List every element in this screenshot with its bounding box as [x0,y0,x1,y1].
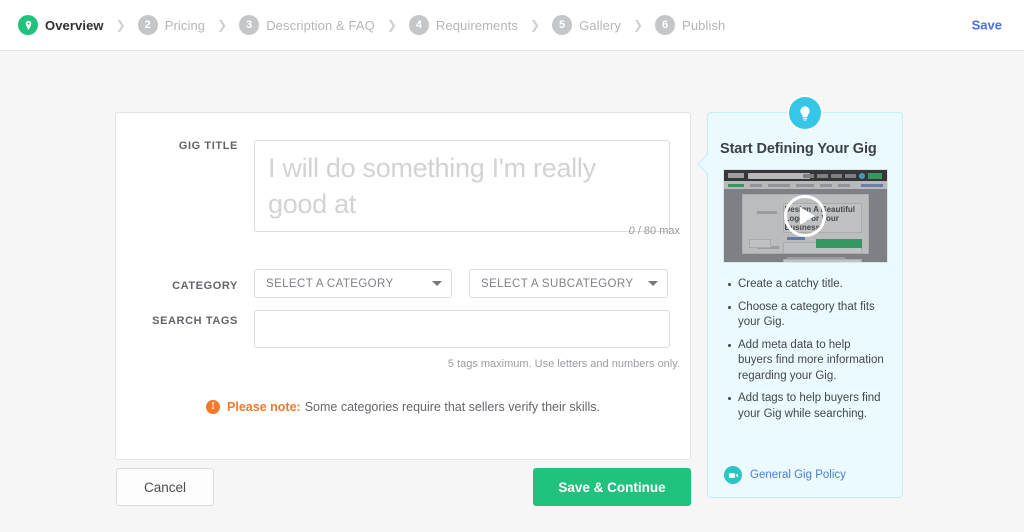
step-number-2: 2 [137,15,158,35]
location-pin-icon [18,15,38,35]
category-row: CATEGORY SELECT A CATEGORY SELECT A SUBC… [131,269,677,298]
step-label-description-faq: Description & FAQ [266,17,375,33]
step-label-pricing: Pricing [164,17,206,33]
step-item-pricing[interactable]: 2 Pricing [137,15,206,35]
general-gig-policy-link[interactable]: General Gig Policy [724,466,846,484]
search-tags-input[interactable] [254,310,670,348]
note-text: Some categories require that sellers ver… [304,400,600,414]
video-camera-icon [724,466,742,484]
save-and-continue-button[interactable]: Save & Continue [533,468,691,506]
save-link[interactable]: Save [972,18,1002,33]
chevron-down-icon [648,281,658,286]
cancel-button[interactable]: Cancel [116,468,214,506]
step-label-publish: Publish [682,17,726,33]
step-item-overview[interactable]: Overview [18,15,104,35]
gig-title-row: GIG TITLE I will do something I'm really… [131,140,677,232]
tip-panel: Start Defining Your Gig Design A Beautif… [697,97,903,498]
char-count-max: / 80 max [637,225,680,237]
verification-note: ! Please note: Some categories require t… [116,400,690,414]
step-number-4: 4 [408,15,429,35]
subcategory-select[interactable]: SELECT A SUBCATEGORY [469,269,668,298]
step-item-description-faq[interactable]: 3 Description & FAQ [239,15,375,35]
gig-title-input[interactable]: I will do something I'm really good at [254,140,670,232]
step-number-3: 3 [239,15,260,35]
play-triangle [799,207,815,225]
category-select-value: SELECT A CATEGORY [266,277,394,290]
tip-panel-pointer [697,154,717,174]
step-number-5: 5 [552,15,573,35]
search-tags-hint: 5 tags maximum. Use letters and numbers … [447,358,680,370]
step-separator-icon: ❯ [217,18,228,32]
category-label: CATEGORY [172,279,238,292]
step-label-overview: Overview [45,17,104,33]
subcategory-select-value: SELECT A SUBCATEGORY [481,277,634,290]
step-item-gallery[interactable]: 5 Gallery [552,15,621,35]
search-tags-label: SEARCH TAGS [152,315,238,327]
list-item: Create a catchy title. [728,277,888,293]
tip-bullet-list: Create a catchy title. Choose a category… [728,277,888,422]
lightbulb-icon [789,97,821,129]
note-strong-label: Please note: [227,400,301,414]
play-icon[interactable] [784,195,826,237]
gig-title-char-counter: 0 / 80 max [629,225,680,237]
page-body: GIG TITLE I will do something I'm really… [0,51,1024,532]
char-count-value: 0 [628,225,635,237]
tip-video-thumbnail[interactable]: Design A Beautiful Logo For Your Busines… [722,169,888,263]
search-tags-row: SEARCH TAGS [131,310,677,348]
list-item: Add meta data to help buyers find more i… [728,338,888,385]
step-separator-icon: ❯ [115,18,126,32]
step-list: Overview ❯ 2 Pricing ❯ 3 Description & F… [18,15,725,35]
gig-overview-form-card: GIG TITLE I will do something I'm really… [115,112,691,460]
chevron-down-icon [432,281,442,286]
step-label-requirements: Requirements [435,17,519,33]
step-separator-icon: ❯ [386,18,397,32]
list-item: Add tags to help buyers find your Gig wh… [728,391,888,422]
step-number-6: 6 [655,15,676,35]
step-item-publish[interactable]: 6 Publish [655,15,725,35]
general-gig-policy-label: General Gig Policy [750,469,846,481]
category-select[interactable]: SELECT A CATEGORY [254,269,452,298]
info-exclamation-icon: ! [206,400,221,414]
gig-title-label: GIG TITLE [178,140,238,152]
tip-panel-heading: Start Defining Your Gig [720,141,877,157]
step-navigation-bar: Overview ❯ 2 Pricing ❯ 3 Description & F… [0,0,1024,51]
list-item: Choose a category that fits your Gig. [728,300,888,331]
step-separator-icon: ❯ [530,18,541,32]
gig-title-placeholder: I will do something I'm really good at [268,153,596,219]
step-separator-icon: ❯ [632,18,644,32]
step-label-gallery: Gallery [579,17,621,33]
step-item-requirements[interactable]: 4 Requirements [408,15,519,35]
